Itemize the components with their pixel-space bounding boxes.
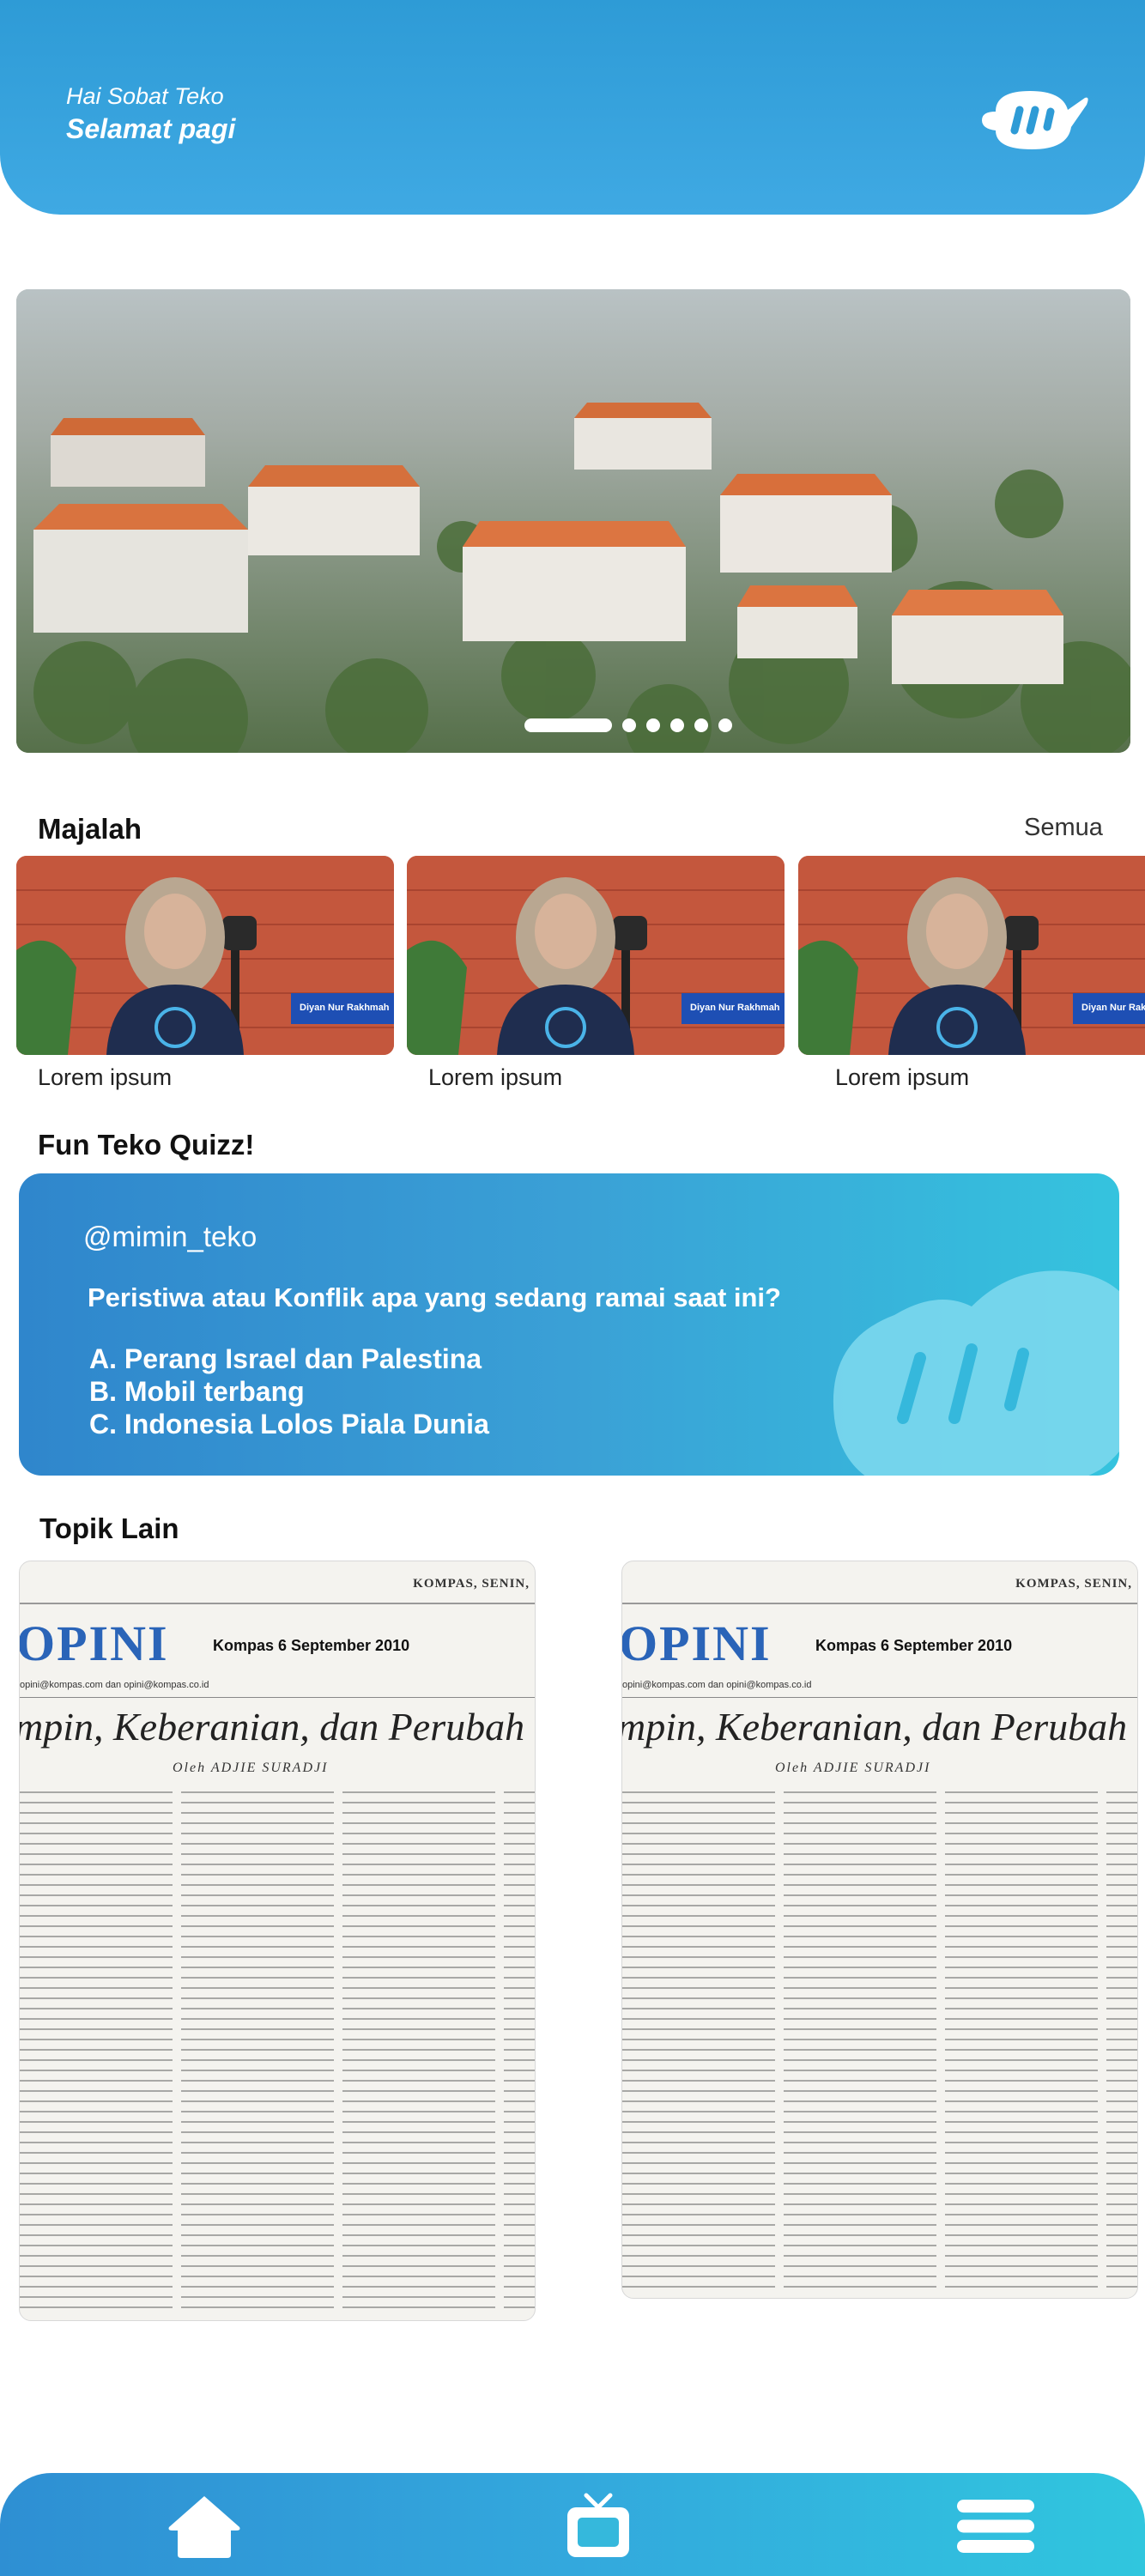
teko-teapot-logo-icon <box>982 91 1088 149</box>
paper-header: KOMPAS, SENIN, <box>413 1577 530 1591</box>
quiz-option-c[interactable]: C. Indonesia Lolos Piala Dunia <box>89 1409 489 1440</box>
app-header: Hai Sobat Teko Selamat pagi <box>0 0 1145 215</box>
teko-mascot-icon <box>833 1270 1119 1476</box>
newspaper-clipping: KOMPAS, SENIN, OPINI Kompas 6 September … <box>622 1561 1137 2298</box>
menu-icon <box>957 2500 1034 2553</box>
name-tag: Diyan Nur Rakhmah <box>1081 1003 1145 1013</box>
magazine-card[interactable]: Diyan Nur Rakhmah <box>16 856 394 1055</box>
quiz-card[interactable]: @mimin_teko Peristiwa atau Konflik apa y… <box>19 1173 1119 1476</box>
greeting-line-2: Selamat pagi <box>66 113 236 144</box>
carousel-dot[interactable] <box>622 718 636 732</box>
article-date: Kompas 6 September 2010 <box>213 1637 410 1654</box>
magazine-caption: Lorem ipsum <box>38 1064 173 1090</box>
carousel-dot[interactable] <box>646 718 660 732</box>
article-headline: mpin, Keberanian, dan Perubah <box>621 1705 1128 1749</box>
carousel-dot-active[interactable] <box>524 718 612 732</box>
magazine-thumbnail: Diyan Nur Rakhmah <box>798 856 1145 1055</box>
home-icon <box>168 2496 240 2558</box>
topic-card[interactable]: KOMPAS, SENIN, OPINI Kompas 6 September … <box>19 1561 536 2321</box>
nav-menu-button[interactable] <box>957 2492 1034 2561</box>
article-body <box>20 1791 535 2312</box>
magazine-thumbnail: Diyan Nur Rakhmah <box>407 856 785 1055</box>
article-date: Kompas 6 September 2010 <box>815 1637 1013 1654</box>
topic-card[interactable]: KOMPAS, SENIN, OPINI Kompas 6 September … <box>621 1561 1138 2299</box>
divider <box>20 1697 535 1698</box>
greeting-line-1: Hai Sobat Teko <box>66 83 224 109</box>
article-headline: mpin, Keberanian, dan Perubah <box>19 1705 525 1749</box>
carousel-indicator <box>524 718 732 732</box>
section-label: OPINI <box>621 1615 772 1671</box>
article-byline: Oleh ADJIE SURADJI <box>775 1761 931 1775</box>
article-email: opini@kompas.com dan opini@kompas.co.id <box>622 1680 812 1690</box>
carousel-dot[interactable] <box>718 718 732 732</box>
newspaper-clipping: KOMPAS, SENIN, OPINI Kompas 6 September … <box>20 1561 535 2320</box>
topik-lain-section-title: Topik Lain <box>39 1512 179 1544</box>
quiz-option-b[interactable]: B. Mobil terbang <box>89 1376 305 1408</box>
majalah-section-title: Majalah <box>38 813 142 845</box>
section-label: OPINI <box>19 1615 169 1671</box>
quiz-section-title: Fun Teko Quizz! <box>38 1129 255 1161</box>
paper-header: KOMPAS, SENIN, <box>1015 1577 1132 1591</box>
see-all-link[interactable]: Semua <box>1024 814 1103 842</box>
nav-home-button[interactable] <box>166 2492 243 2561</box>
article-email: opini@kompas.com dan opini@kompas.co.id <box>20 1680 209 1690</box>
carousel-dot[interactable] <box>670 718 684 732</box>
quiz-question: Peristiwa atau Konflik apa yang sedang r… <box>88 1282 781 1312</box>
article-byline: Oleh ADJIE SURADJI <box>173 1761 329 1775</box>
quiz-option-a[interactable]: A. Perang Israel dan Palestina <box>89 1343 482 1375</box>
article-body <box>622 1791 1137 2289</box>
quiz-author: @mimin_teko <box>83 1221 257 1252</box>
divider <box>622 1697 1137 1698</box>
magazine-card[interactable]: Diyan Nur Rakhmah <box>407 856 785 1055</box>
name-tag: Diyan Nur Rakhmah <box>300 1003 390 1013</box>
carousel-dot[interactable] <box>694 718 708 732</box>
greeting: Hai Sobat Teko Selamat pagi <box>66 82 235 147</box>
campus-aerial-photo <box>16 289 1130 753</box>
magazine-caption: Lorem ipsum <box>835 1064 970 1090</box>
magazine-thumbnail: Diyan Nur Rakhmah <box>16 856 394 1055</box>
magazine-caption: Lorem ipsum <box>428 1064 563 1090</box>
tv-icon <box>567 2493 629 2557</box>
nav-tv-button[interactable] <box>560 2492 637 2561</box>
divider <box>622 1603 1137 1604</box>
bottom-navigation <box>0 2473 1145 2576</box>
hero-banner-carousel[interactable] <box>16 289 1130 753</box>
magazine-card[interactable]: Diyan Nur Rakhmah <box>798 856 1145 1055</box>
name-tag: Diyan Nur Rakhmah <box>690 1003 780 1013</box>
divider <box>20 1603 535 1604</box>
